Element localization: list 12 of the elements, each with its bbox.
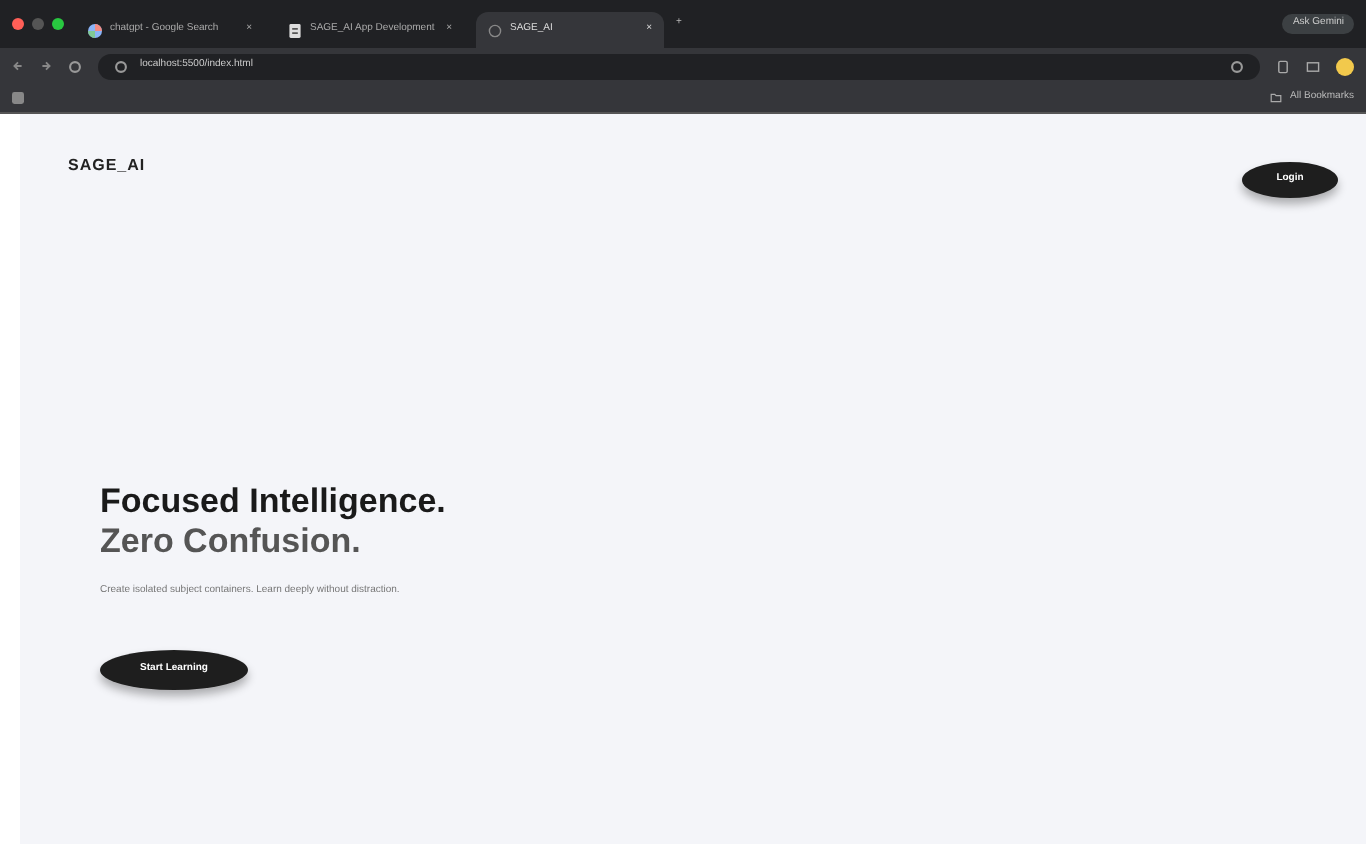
globe-icon bbox=[488, 23, 502, 37]
folder-icon bbox=[1270, 92, 1283, 104]
hero-title: Focused Intelligence. bbox=[100, 482, 448, 523]
document-icon bbox=[288, 23, 302, 37]
logo-text: SAGE_AI bbox=[68, 154, 146, 178]
hero-title: Zero Confusion. bbox=[100, 522, 363, 564]
window-controls[interactable] bbox=[12, 18, 64, 30]
profile-avatar[interactable] bbox=[1336, 57, 1354, 75]
apps-icon[interactable] bbox=[12, 92, 24, 104]
back-icon[interactable] bbox=[12, 60, 24, 72]
globe-icon bbox=[88, 23, 102, 37]
forward-icon[interactable] bbox=[40, 60, 52, 72]
